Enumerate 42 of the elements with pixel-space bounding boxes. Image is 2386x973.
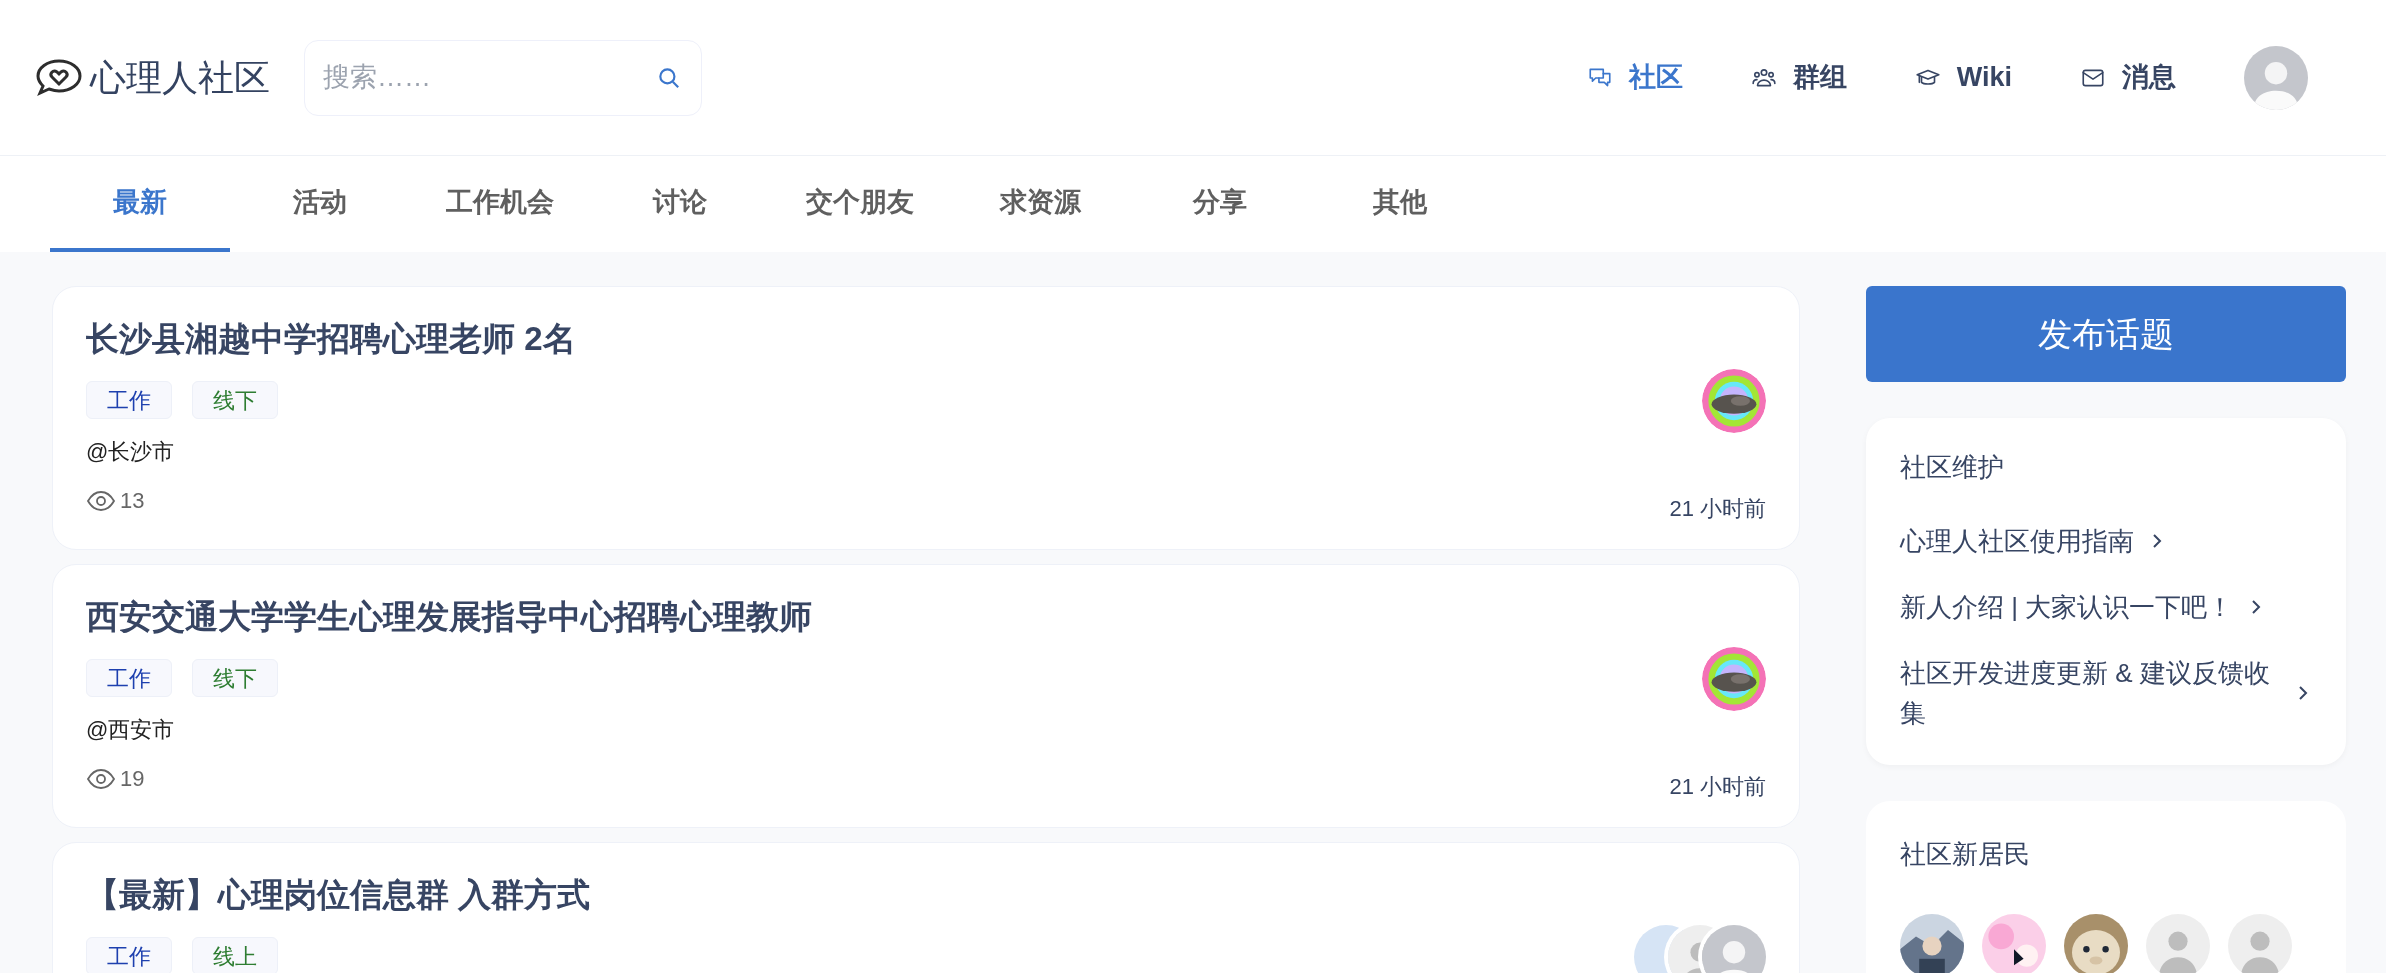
category-tab[interactable]: 讨论 bbox=[590, 156, 770, 252]
category-tab[interactable]: 其他 bbox=[1310, 156, 1490, 252]
view-count: 13 bbox=[120, 487, 145, 515]
post-time: 21 小时前 bbox=[1669, 495, 1766, 523]
category-tab[interactable]: 分享 bbox=[1130, 156, 1310, 252]
card-title: 社区维护 bbox=[1900, 451, 2005, 484]
nav-link[interactable]: 社区 bbox=[1586, 57, 1683, 98]
tag: 线上 bbox=[192, 937, 278, 973]
tag: 工作 bbox=[86, 659, 172, 697]
post-card[interactable]: 西安交通大学学生心理发展指导中心招聘心理教师 工作 线下 @西安市 19 21 小时前 bbox=[52, 564, 1800, 828]
nav-link[interactable]: 消息 bbox=[2080, 57, 2176, 98]
category-tab[interactable]: 活动 bbox=[230, 156, 410, 252]
guide-link[interactable]: 新人介绍 | 大家认识一下吧！ bbox=[1900, 587, 2312, 627]
category-tab[interactable]: 工作机会 bbox=[410, 156, 590, 252]
guide-link[interactable]: 心理人社区使用指南 bbox=[1900, 521, 2312, 561]
tag: 工作 bbox=[86, 381, 172, 419]
guide-link[interactable]: 社区开发进度更新 & 建议反馈收集 bbox=[1900, 653, 2312, 733]
search-field[interactable]: 搜索…… bbox=[304, 39, 702, 116]
user-silhouette-icon bbox=[2228, 914, 2292, 973]
post-title[interactable]: 【最新】心理岗位信息群 入群方式 bbox=[86, 873, 1634, 917]
category-tab[interactable]: 交个朋友 bbox=[770, 156, 950, 252]
nav-link[interactable]: 群组 bbox=[1750, 57, 1847, 98]
view-count: 19 bbox=[120, 765, 145, 793]
card-title: 社区新居民 bbox=[1900, 838, 2031, 871]
location-text: @长沙市 bbox=[86, 438, 176, 466]
category-tab[interactable]: 最新 bbox=[50, 156, 230, 252]
post-time: 21 小时前 bbox=[1669, 773, 1766, 801]
site-logo[interactable]: 心理人社区 bbox=[90, 50, 270, 105]
tag: 工作 bbox=[86, 937, 172, 973]
user-silhouette-icon bbox=[2146, 914, 2210, 973]
tag: 线下 bbox=[192, 659, 278, 697]
post-title[interactable]: 长沙县湘越中学招聘心理老师 2名 bbox=[86, 317, 1670, 361]
category-tab[interactable]: 求资源 bbox=[950, 156, 1130, 252]
post-card[interactable]: 【最新】心理岗位信息群 入群方式 工作 线上 bbox=[52, 842, 1800, 973]
tag: 线下 bbox=[192, 381, 278, 419]
eye-icon bbox=[86, 489, 116, 512]
post-card[interactable]: 长沙县湘越中学招聘心理老师 2名 工作 线下 @长沙市 13 21 小时前 bbox=[52, 286, 1800, 550]
nav-link[interactable]: Wiki bbox=[1914, 57, 2012, 98]
post-title[interactable]: 西安交通大学学生心理发展指导中心招聘心理教师 bbox=[86, 595, 1670, 639]
eye-icon bbox=[86, 767, 116, 790]
publish-topic-button[interactable]: 发布话题 bbox=[1866, 286, 2346, 382]
location-text: @西安市 bbox=[86, 716, 176, 744]
